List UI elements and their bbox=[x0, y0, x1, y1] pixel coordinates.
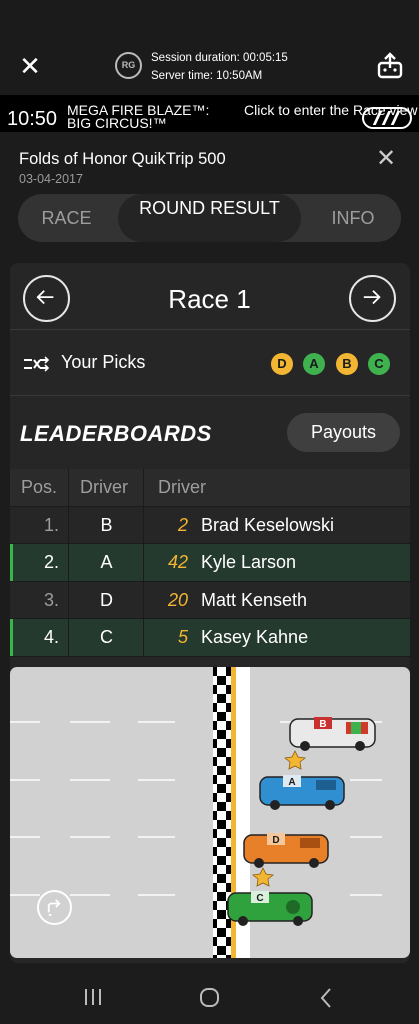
row-car-number: 42 bbox=[167, 552, 188, 572]
column-header-pos: Pos. bbox=[10, 469, 69, 506]
server-time: Server time: 10:50AM bbox=[151, 70, 263, 82]
row-driver-letter: A bbox=[70, 544, 144, 581]
system-navigation-bar bbox=[0, 969, 419, 1024]
lane-markings bbox=[10, 721, 382, 896]
event-date: 03-04-2017 bbox=[19, 172, 83, 186]
car-letter: A bbox=[288, 777, 295, 788]
row-driver-name: Matt Kenseth bbox=[201, 589, 308, 610]
row-position: 3. bbox=[10, 581, 69, 618]
pick-badge: C bbox=[368, 353, 390, 375]
shuffle-icon bbox=[24, 356, 50, 372]
column-header-driver: Driver bbox=[158, 477, 206, 497]
leaderboards-title: LEADERBOARDS bbox=[20, 421, 212, 446]
replay-icon[interactable] bbox=[37, 890, 72, 925]
row-car-number: 20 bbox=[167, 589, 188, 610]
rg-logo: RG bbox=[115, 52, 142, 79]
car-letter: D bbox=[272, 835, 279, 846]
table-header: Pos. Driver Driver bbox=[10, 469, 410, 507]
car-letter: B bbox=[319, 719, 326, 730]
tab-bar: RACE ROUND RESULT INFO bbox=[18, 194, 401, 242]
row-position: 4. bbox=[10, 619, 69, 656]
share-icon[interactable] bbox=[376, 52, 404, 80]
tab-info[interactable]: INFO bbox=[305, 194, 401, 242]
row-driver-letter: C bbox=[70, 619, 144, 656]
table-row: 3. D 20 Matt Kenseth bbox=[10, 581, 410, 619]
row-position: 1. bbox=[10, 506, 69, 543]
row-driver-letter: D bbox=[70, 581, 144, 618]
table-row: 4. C 5 Kasey Kahne bbox=[10, 619, 410, 657]
row-driver-name: Brad Keselowski bbox=[201, 514, 335, 535]
your-picks-label: Your Picks bbox=[61, 352, 146, 372]
pick-badge: B bbox=[336, 353, 358, 375]
race-view-toggle-icon[interactable] bbox=[362, 107, 412, 129]
car-letter: C bbox=[256, 893, 263, 904]
ticker-time: 10:50 bbox=[7, 108, 58, 130]
leaderboard-table: Pos. Driver Driver 1. B 2 Brad Keselowsk… bbox=[10, 469, 410, 657]
divider bbox=[10, 329, 410, 330]
close-event-icon[interactable]: ✕ bbox=[372, 147, 400, 171]
row-position: 2. bbox=[10, 544, 69, 581]
next-race-button[interactable] bbox=[349, 275, 396, 322]
row-driver-letter: B bbox=[70, 506, 144, 543]
session-duration: Session duration: 00:05:15 bbox=[151, 52, 288, 64]
car-b: B bbox=[289, 717, 376, 751]
pick-badge: A bbox=[303, 353, 325, 375]
home-icon[interactable] bbox=[199, 987, 221, 1009]
back-icon[interactable] bbox=[318, 987, 334, 1009]
star-icon bbox=[252, 867, 274, 887]
ticker-title: MEGA FIRE BLAZE™: BIG CIRCUS!™ bbox=[67, 102, 210, 131]
recent-apps-icon[interactable] bbox=[82, 987, 104, 1007]
pick-badge: D bbox=[271, 353, 293, 375]
table-row: 1. B 2 Brad Keselowski bbox=[10, 506, 410, 544]
session-info: Session duration: 00:05:15 Server time: … bbox=[151, 49, 288, 85]
row-driver-name: Kasey Kahne bbox=[201, 627, 309, 647]
car-d: D bbox=[243, 833, 329, 868]
close-icon[interactable]: ✕ bbox=[16, 52, 44, 80]
row-car-number: 2 bbox=[177, 514, 188, 535]
event-name: Folds of Honor QuikTrip 500 bbox=[19, 150, 226, 168]
row-car-number: 5 bbox=[177, 627, 188, 647]
car-c: C bbox=[227, 891, 313, 926]
row-driver-name: Kyle Larson bbox=[201, 552, 297, 572]
divider bbox=[10, 395, 410, 396]
table-row: 2. A 42 Kyle Larson bbox=[10, 544, 410, 582]
car-a: A bbox=[259, 775, 345, 810]
tab-round-result[interactable]: ROUND RESULT bbox=[118, 194, 301, 242]
tab-race[interactable]: RACE bbox=[18, 194, 115, 242]
star-icon bbox=[284, 750, 306, 770]
column-header-driver-letter: Driver bbox=[70, 469, 144, 506]
payouts-button[interactable]: Payouts bbox=[287, 413, 400, 452]
